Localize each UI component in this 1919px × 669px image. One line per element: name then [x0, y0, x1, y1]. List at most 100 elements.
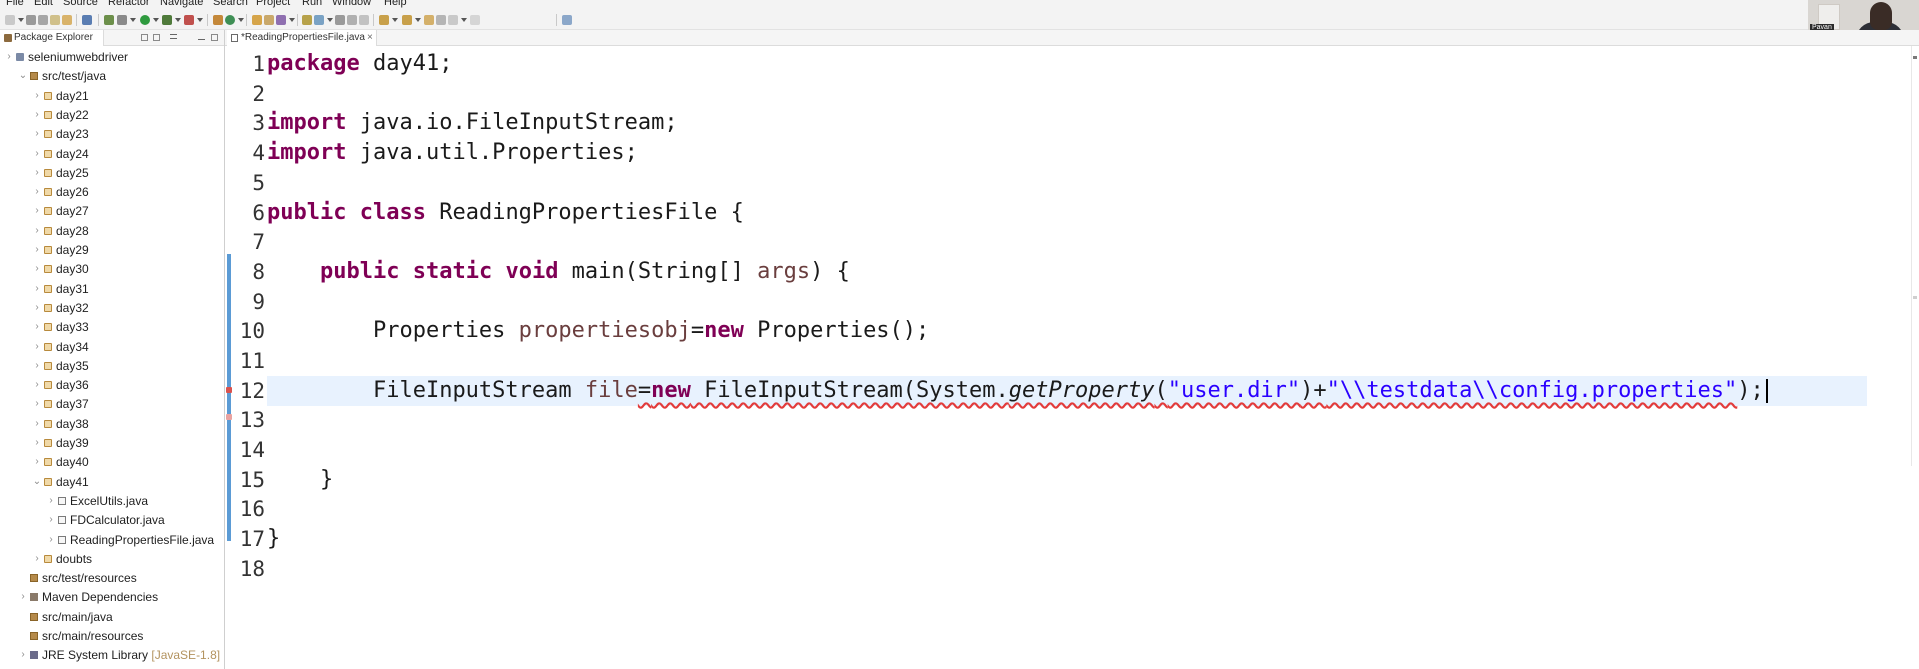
chevron-right-icon[interactable]: ›: [46, 533, 56, 547]
save-all-icon[interactable]: [38, 15, 48, 25]
tree-item[interactable]: › JRE System Library [JavaSE-1.8]: [0, 646, 224, 665]
tree-item[interactable]: › ExcelUtils.java: [0, 492, 224, 511]
chevron-right-icon[interactable]: ›: [32, 397, 42, 411]
previous-annotation-icon[interactable]: [402, 15, 412, 25]
chevron-right-icon[interactable]: ›: [32, 243, 42, 257]
menu-navigate[interactable]: Navigate: [160, 0, 203, 8]
tree-item[interactable]: › FDCalculator.java: [0, 511, 224, 530]
tree-item[interactable]: › day33: [0, 318, 224, 337]
chevron-down-icon[interactable]: [197, 18, 203, 22]
chevron-down-icon[interactable]: [153, 18, 159, 22]
chevron-down-icon[interactable]: [130, 18, 136, 22]
tree-item[interactable]: › day21: [0, 87, 224, 106]
chevron-right-icon[interactable]: ›: [32, 204, 42, 218]
chevron-down-icon[interactable]: [415, 18, 421, 22]
menu-run[interactable]: Run: [302, 0, 322, 8]
tree-item[interactable]: › day35: [0, 357, 224, 376]
minimize-icon[interactable]: [198, 34, 205, 40]
chevron-right-icon[interactable]: ›: [32, 359, 42, 373]
new-java-project-icon[interactable]: [213, 15, 223, 25]
chevron-right-icon[interactable]: ›: [32, 455, 42, 469]
tree-item[interactable]: › day39: [0, 434, 224, 453]
chevron-down-icon[interactable]: ⌄: [18, 69, 28, 83]
chevron-right-icon[interactable]: ›: [18, 590, 28, 604]
chevron-down-icon[interactable]: ⌄: [32, 475, 42, 489]
pilcrow-icon[interactable]: [359, 15, 369, 25]
code-line-17[interactable]: }: [267, 524, 1867, 554]
back-icon[interactable]: [436, 15, 446, 25]
tree-item[interactable]: src/main/java: [0, 608, 224, 627]
menu-window[interactable]: Window: [332, 0, 371, 8]
menu-help[interactable]: Help: [384, 0, 407, 8]
print-icon[interactable]: [50, 15, 60, 25]
tree-item[interactable]: › day29: [0, 241, 224, 260]
terminal-icon[interactable]: [82, 15, 92, 25]
annotation-icon[interactable]: [302, 15, 312, 25]
tree-item[interactable]: › day36: [0, 376, 224, 395]
maximize-icon[interactable]: [211, 34, 218, 41]
chevron-right-icon[interactable]: ›: [32, 147, 42, 161]
menu-source[interactable]: Source: [63, 0, 98, 8]
tree-item[interactable]: ⌄ src/test/java: [0, 67, 224, 86]
tree-item[interactable]: src/main/resources: [0, 627, 224, 646]
chevron-right-icon[interactable]: ›: [32, 262, 42, 276]
menu-project[interactable]: Project: [256, 0, 290, 8]
chevron-down-icon[interactable]: [175, 18, 181, 22]
external-tools-icon[interactable]: [184, 15, 194, 25]
tab-readingpropertiesfile[interactable]: *ReadingPropertiesFile.java ×: [227, 30, 377, 46]
chevron-right-icon[interactable]: ›: [46, 513, 56, 527]
chevron-right-icon[interactable]: ›: [32, 552, 42, 566]
overview-ruler[interactable]: [1911, 46, 1917, 466]
run-icon[interactable]: [140, 15, 150, 25]
chevron-right-icon[interactable]: ›: [18, 648, 28, 662]
link-with-editor-icon[interactable]: [153, 34, 160, 41]
tree-item[interactable]: ⌄ day41: [0, 473, 224, 492]
chevron-right-icon[interactable]: ›: [32, 417, 42, 431]
nav-forward-icon[interactable]: [470, 15, 480, 25]
last-edit-icon[interactable]: [424, 15, 434, 25]
next-annotation-icon[interactable]: [379, 15, 389, 25]
new-icon[interactable]: [5, 15, 15, 25]
code-line-15[interactable]: }: [267, 465, 1867, 495]
collapse-all-icon[interactable]: [141, 34, 148, 41]
debug-icon[interactable]: [117, 15, 127, 25]
chevron-right-icon[interactable]: ›: [32, 436, 42, 450]
code-line-3[interactable]: import java.io.FileInputStream;: [267, 108, 1867, 138]
chevron-down-icon[interactable]: [238, 18, 244, 22]
tree-item[interactable]: src/test/resources: [0, 569, 224, 588]
chevron-right-icon[interactable]: ›: [32, 89, 42, 103]
code-line-12[interactable]: FileInputStream file=new FileInputStream…: [267, 376, 1867, 406]
mark-occurrences-icon[interactable]: [314, 15, 324, 25]
error-marker-icon[interactable]: [226, 414, 232, 420]
tree-item[interactable]: › day32: [0, 299, 224, 318]
chevron-down-icon[interactable]: [18, 18, 24, 22]
tree-item[interactable]: › day23: [0, 125, 224, 144]
chevron-right-icon[interactable]: ›: [46, 494, 56, 508]
coverage-icon[interactable]: [162, 15, 172, 25]
tree-item[interactable]: › day26: [0, 183, 224, 202]
tree-item[interactable]: › Maven Dependencies: [0, 588, 224, 607]
open-task-icon[interactable]: [264, 15, 274, 25]
open-icon[interactable]: [62, 15, 72, 25]
tab-package-explorer[interactable]: Package Explorer: [0, 30, 104, 46]
tree-item[interactable]: › day22: [0, 106, 224, 125]
chevron-right-icon[interactable]: ›: [32, 224, 42, 238]
code-line-1[interactable]: package day41;: [267, 49, 1867, 79]
menu-search[interactable]: Search: [213, 0, 248, 8]
close-icon[interactable]: ×: [367, 32, 373, 43]
debug-skip-icon[interactable]: [104, 15, 114, 25]
menu-edit[interactable]: Edit: [34, 0, 53, 8]
error-marker-icon[interactable]: [226, 387, 232, 393]
chevron-down-icon[interactable]: [327, 18, 333, 22]
tree-item[interactable]: › day31: [0, 280, 224, 299]
chevron-right-icon[interactable]: ›: [32, 185, 42, 199]
tree-item[interactable]: › day34: [0, 338, 224, 357]
open-type-icon[interactable]: [252, 15, 262, 25]
tree-item[interactable]: › day27: [0, 202, 224, 221]
tree-item[interactable]: › day30: [0, 260, 224, 279]
code-line-10[interactable]: Properties propertiesobj=new Properties(…: [267, 316, 1867, 346]
chevron-right-icon[interactable]: ›: [32, 320, 42, 334]
tree-item[interactable]: › day37: [0, 395, 224, 414]
tree-item[interactable]: › ReadingPropertiesFile.java: [0, 531, 224, 550]
view-menu-icon[interactable]: [170, 34, 177, 39]
